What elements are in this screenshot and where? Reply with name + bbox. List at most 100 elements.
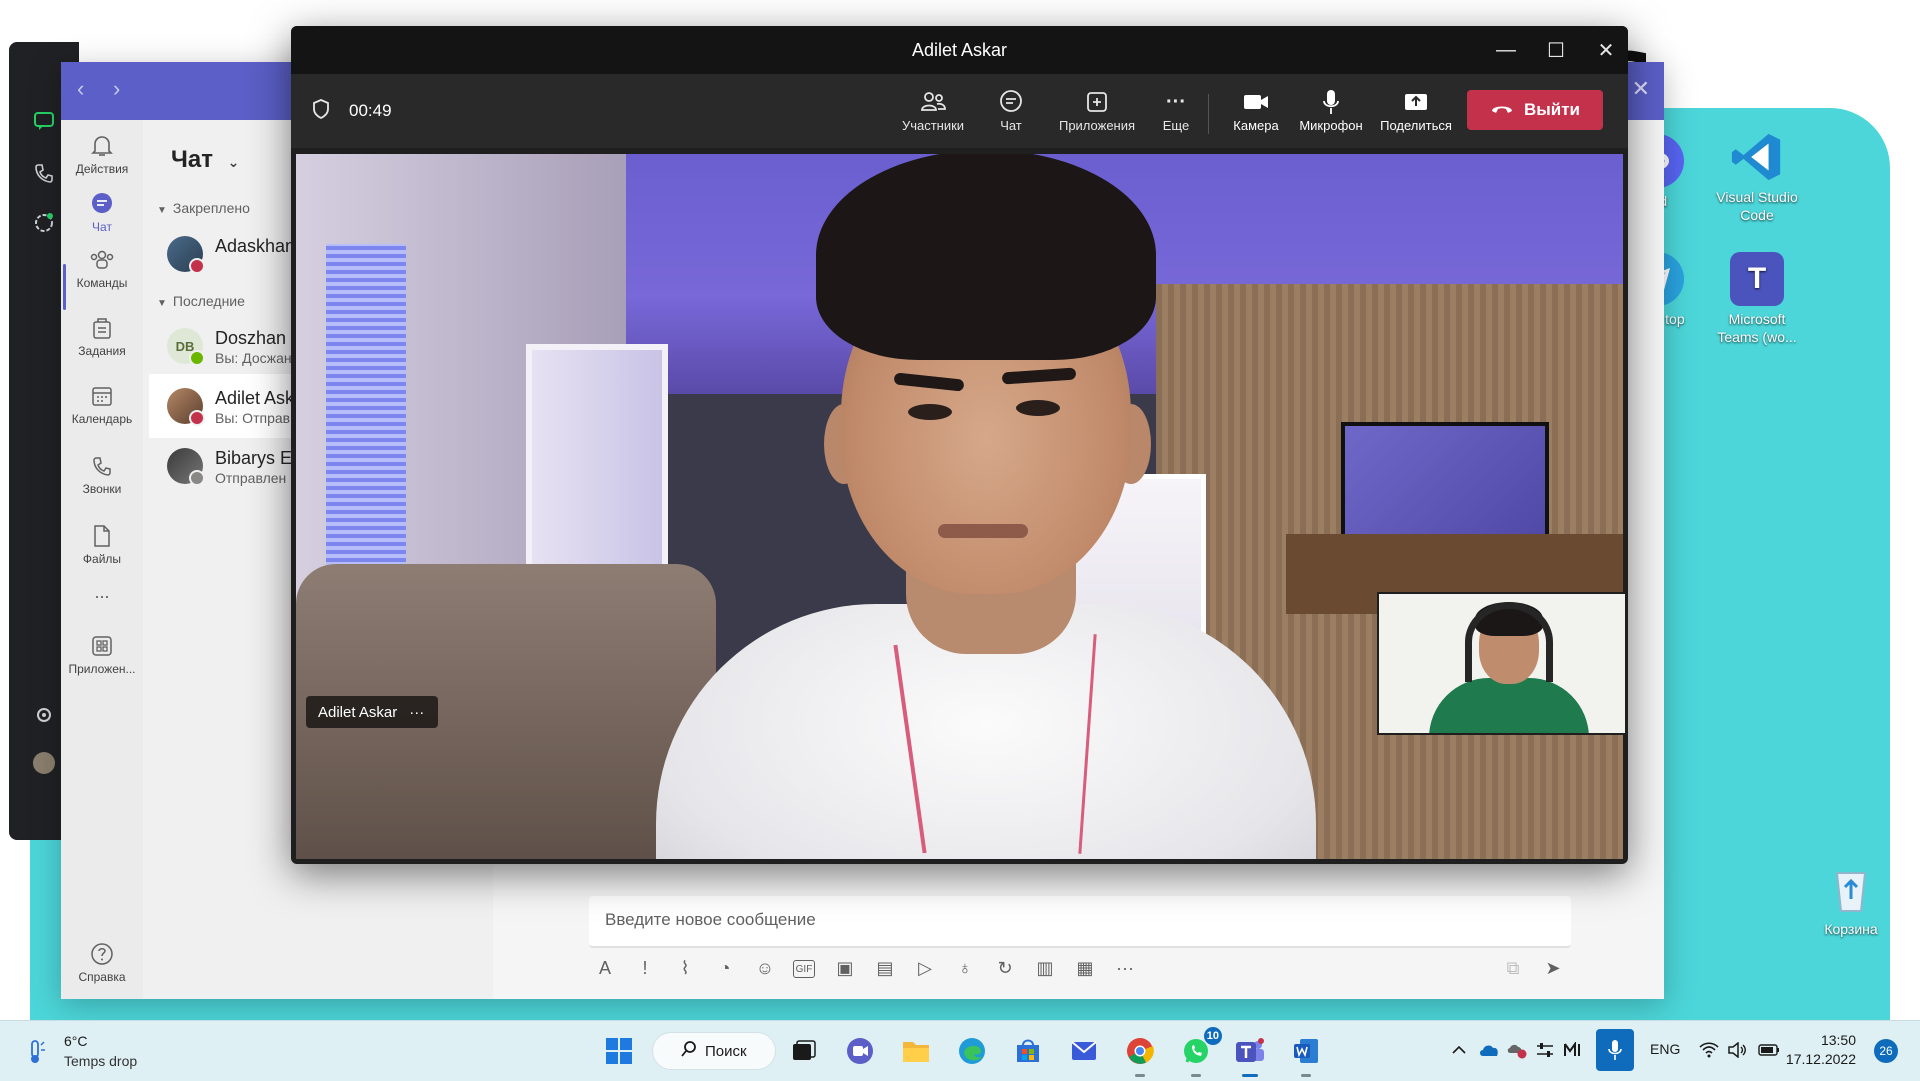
teams-icon <box>1236 1038 1264 1062</box>
status-icon[interactable] <box>31 210 57 236</box>
more-button[interactable]: ··· Еще <box>1151 86 1201 134</box>
desktop-icon-label: Microsoft Teams (wo... <box>1717 311 1797 345</box>
rail-item-more[interactable]: ... <box>61 582 143 603</box>
clock[interactable]: 13:50 17.12.2022 <box>1746 1031 1856 1069</box>
taskbar-app-edge[interactable] <box>954 1033 990 1069</box>
refresh-icon[interactable]: ↻ <box>993 956 1017 980</box>
desktop-icon-label: Visual Studio Code <box>1716 189 1798 223</box>
taskbar-app-store[interactable] <box>1010 1033 1046 1069</box>
page-title[interactable]: Чат ⌄ <box>171 146 239 174</box>
message-input[interactable]: Введите новое сообщение <box>589 896 1571 948</box>
back-arrow-icon[interactable]: ‹ <box>77 76 84 102</box>
sticker-icon[interactable]: ▣ <box>833 956 857 980</box>
forms-icon[interactable]: ▦ <box>1073 956 1097 980</box>
folder-icon <box>903 1042 929 1062</box>
phone-icon <box>88 452 116 480</box>
rail-item-help[interactable]: Справка <box>61 940 143 984</box>
rail-item-apps[interactable]: Приложен... <box>61 632 143 676</box>
participant-video[interactable]: Adilet Askar ··· <box>296 154 1623 859</box>
clock-time: 13:50 <box>1820 1032 1856 1048</box>
taskbar-app-whatsapp[interactable]: 10 <box>1178 1027 1222 1077</box>
rail-item-files[interactable]: Файлы <box>61 522 143 566</box>
rail-item-assignments[interactable]: Задания <box>61 314 143 358</box>
wifi-icon[interactable] <box>1698 1039 1720 1061</box>
task-view-button[interactable] <box>786 1033 822 1069</box>
presence-badge <box>189 470 205 486</box>
section-recent[interactable]: ▼ Последние <box>157 293 245 309</box>
gear-icon[interactable] <box>31 702 57 728</box>
apps-button[interactable]: Приложения <box>1049 86 1145 133</box>
rail-label: Календарь <box>71 412 133 426</box>
chevron-up-icon[interactable] <box>1448 1039 1470 1061</box>
taskbar-app-explorer[interactable] <box>898 1033 934 1069</box>
minimize-icon[interactable]: — <box>1491 36 1521 64</box>
send-icon[interactable]: ➤ <box>1541 956 1565 980</box>
rail-item-activity[interactable]: Действия <box>61 132 143 176</box>
rail-item-calls[interactable]: Звонки <box>61 452 143 496</box>
dictate-icon[interactable]: ⧉ <box>1501 956 1525 980</box>
camera-button[interactable]: Камера <box>1226 86 1286 133</box>
loop-icon[interactable]: ◔ <box>713 956 737 980</box>
self-video-preview[interactable] <box>1377 592 1627 735</box>
chat-preview: Отправлен <box>215 470 287 486</box>
rail-item-chat[interactable]: Чат <box>61 190 143 234</box>
taskbar-app-mail[interactable] <box>1066 1033 1102 1069</box>
taskbar-app-chrome[interactable] <box>1122 1033 1158 1077</box>
participant-name-tag[interactable]: Adilet Askar ··· <box>306 696 439 728</box>
emoji-icon[interactable]: ☺ <box>753 956 777 980</box>
share-button[interactable]: Поделиться <box>1375 86 1457 133</box>
approvals-icon[interactable]: ▥ <box>1033 956 1057 980</box>
praise-icon[interactable]: ♁ <box>953 956 977 980</box>
section-pinned[interactable]: ▼ Закреплено <box>157 200 250 216</box>
input-language[interactable]: ENG <box>1650 1041 1680 1057</box>
avatar <box>167 388 205 426</box>
cloud-error-icon[interactable] <box>1506 1039 1528 1061</box>
compose-area: Введите новое сообщение A ! ⌇ ◔ ☺ GIF ▣ … <box>493 862 1664 999</box>
shield-icon[interactable] <box>311 98 331 125</box>
chat-name: Bibarys Er <box>215 448 299 468</box>
forward-arrow-icon[interactable]: › <box>113 76 120 102</box>
notification-center-badge[interactable]: 26 <box>1874 1039 1898 1063</box>
priority-icon[interactable]: ! <box>633 956 657 980</box>
avatar[interactable] <box>31 750 57 776</box>
rail-label: Файлы <box>82 552 122 566</box>
format-icon[interactable]: A <box>593 956 617 980</box>
taskbar-app-meet[interactable] <box>842 1033 878 1069</box>
start-button[interactable] <box>601 1033 637 1069</box>
taskbar-app-word[interactable] <box>1288 1033 1324 1077</box>
maximize-icon[interactable]: ☐ <box>1541 36 1571 64</box>
chat-icon <box>981 86 1041 118</box>
taskbar-search[interactable]: Поиск <box>652 1032 776 1070</box>
taskbar-app-teams[interactable] <box>1232 1033 1268 1077</box>
more-icon[interactable]: ··· <box>1113 956 1137 980</box>
microphone-button[interactable]: Микрофон <box>1295 86 1367 133</box>
teams-app-rail: Действия Чат Команды Задания Календарь З… <box>61 120 143 999</box>
participants-button[interactable]: Участники <box>893 86 973 133</box>
close-icon[interactable]: ✕ <box>1632 76 1650 102</box>
close-icon[interactable]: ✕ <box>1591 36 1621 64</box>
recycle-bin-icon <box>1824 862 1878 916</box>
window-title: Adilet Askar <box>911 40 1008 60</box>
desktop-icon-teams[interactable]: T Microsoft Teams (wo... <box>1712 252 1802 346</box>
onedrive-icon[interactable] <box>1478 1039 1500 1061</box>
desktop-icon-vscode[interactable]: Visual Studio Code <box>1712 130 1802 224</box>
rail-item-teams[interactable]: Команды <box>61 246 143 290</box>
microphone-icon <box>1295 86 1367 118</box>
stream-icon[interactable]: ▷ <box>913 956 937 980</box>
schedule-meeting-icon[interactable]: ▤ <box>873 956 897 980</box>
gif-icon[interactable]: GIF <box>793 960 815 978</box>
phone-icon[interactable] <box>31 160 57 186</box>
volume-icon[interactable] <box>1726 1039 1748 1061</box>
rail-label: Задания <box>78 344 126 358</box>
chat-button[interactable]: Чат <box>981 86 1041 133</box>
more-icon[interactable]: ··· <box>409 704 424 721</box>
sliders-icon[interactable] <box>1534 1039 1556 1061</box>
attach-icon[interactable]: ⌇ <box>673 956 697 980</box>
microphone-in-use-icon[interactable] <box>1596 1029 1634 1071</box>
app-tray-icon[interactable] <box>1562 1039 1584 1061</box>
leave-call-button[interactable]: Выйти <box>1467 90 1603 130</box>
chevron-down-icon: ▼ <box>157 298 167 309</box>
rail-item-calendar[interactable]: Календарь <box>61 382 143 426</box>
chats-icon[interactable] <box>31 108 57 134</box>
desktop-icon-recycle-bin[interactable]: Корзина <box>1806 862 1896 938</box>
